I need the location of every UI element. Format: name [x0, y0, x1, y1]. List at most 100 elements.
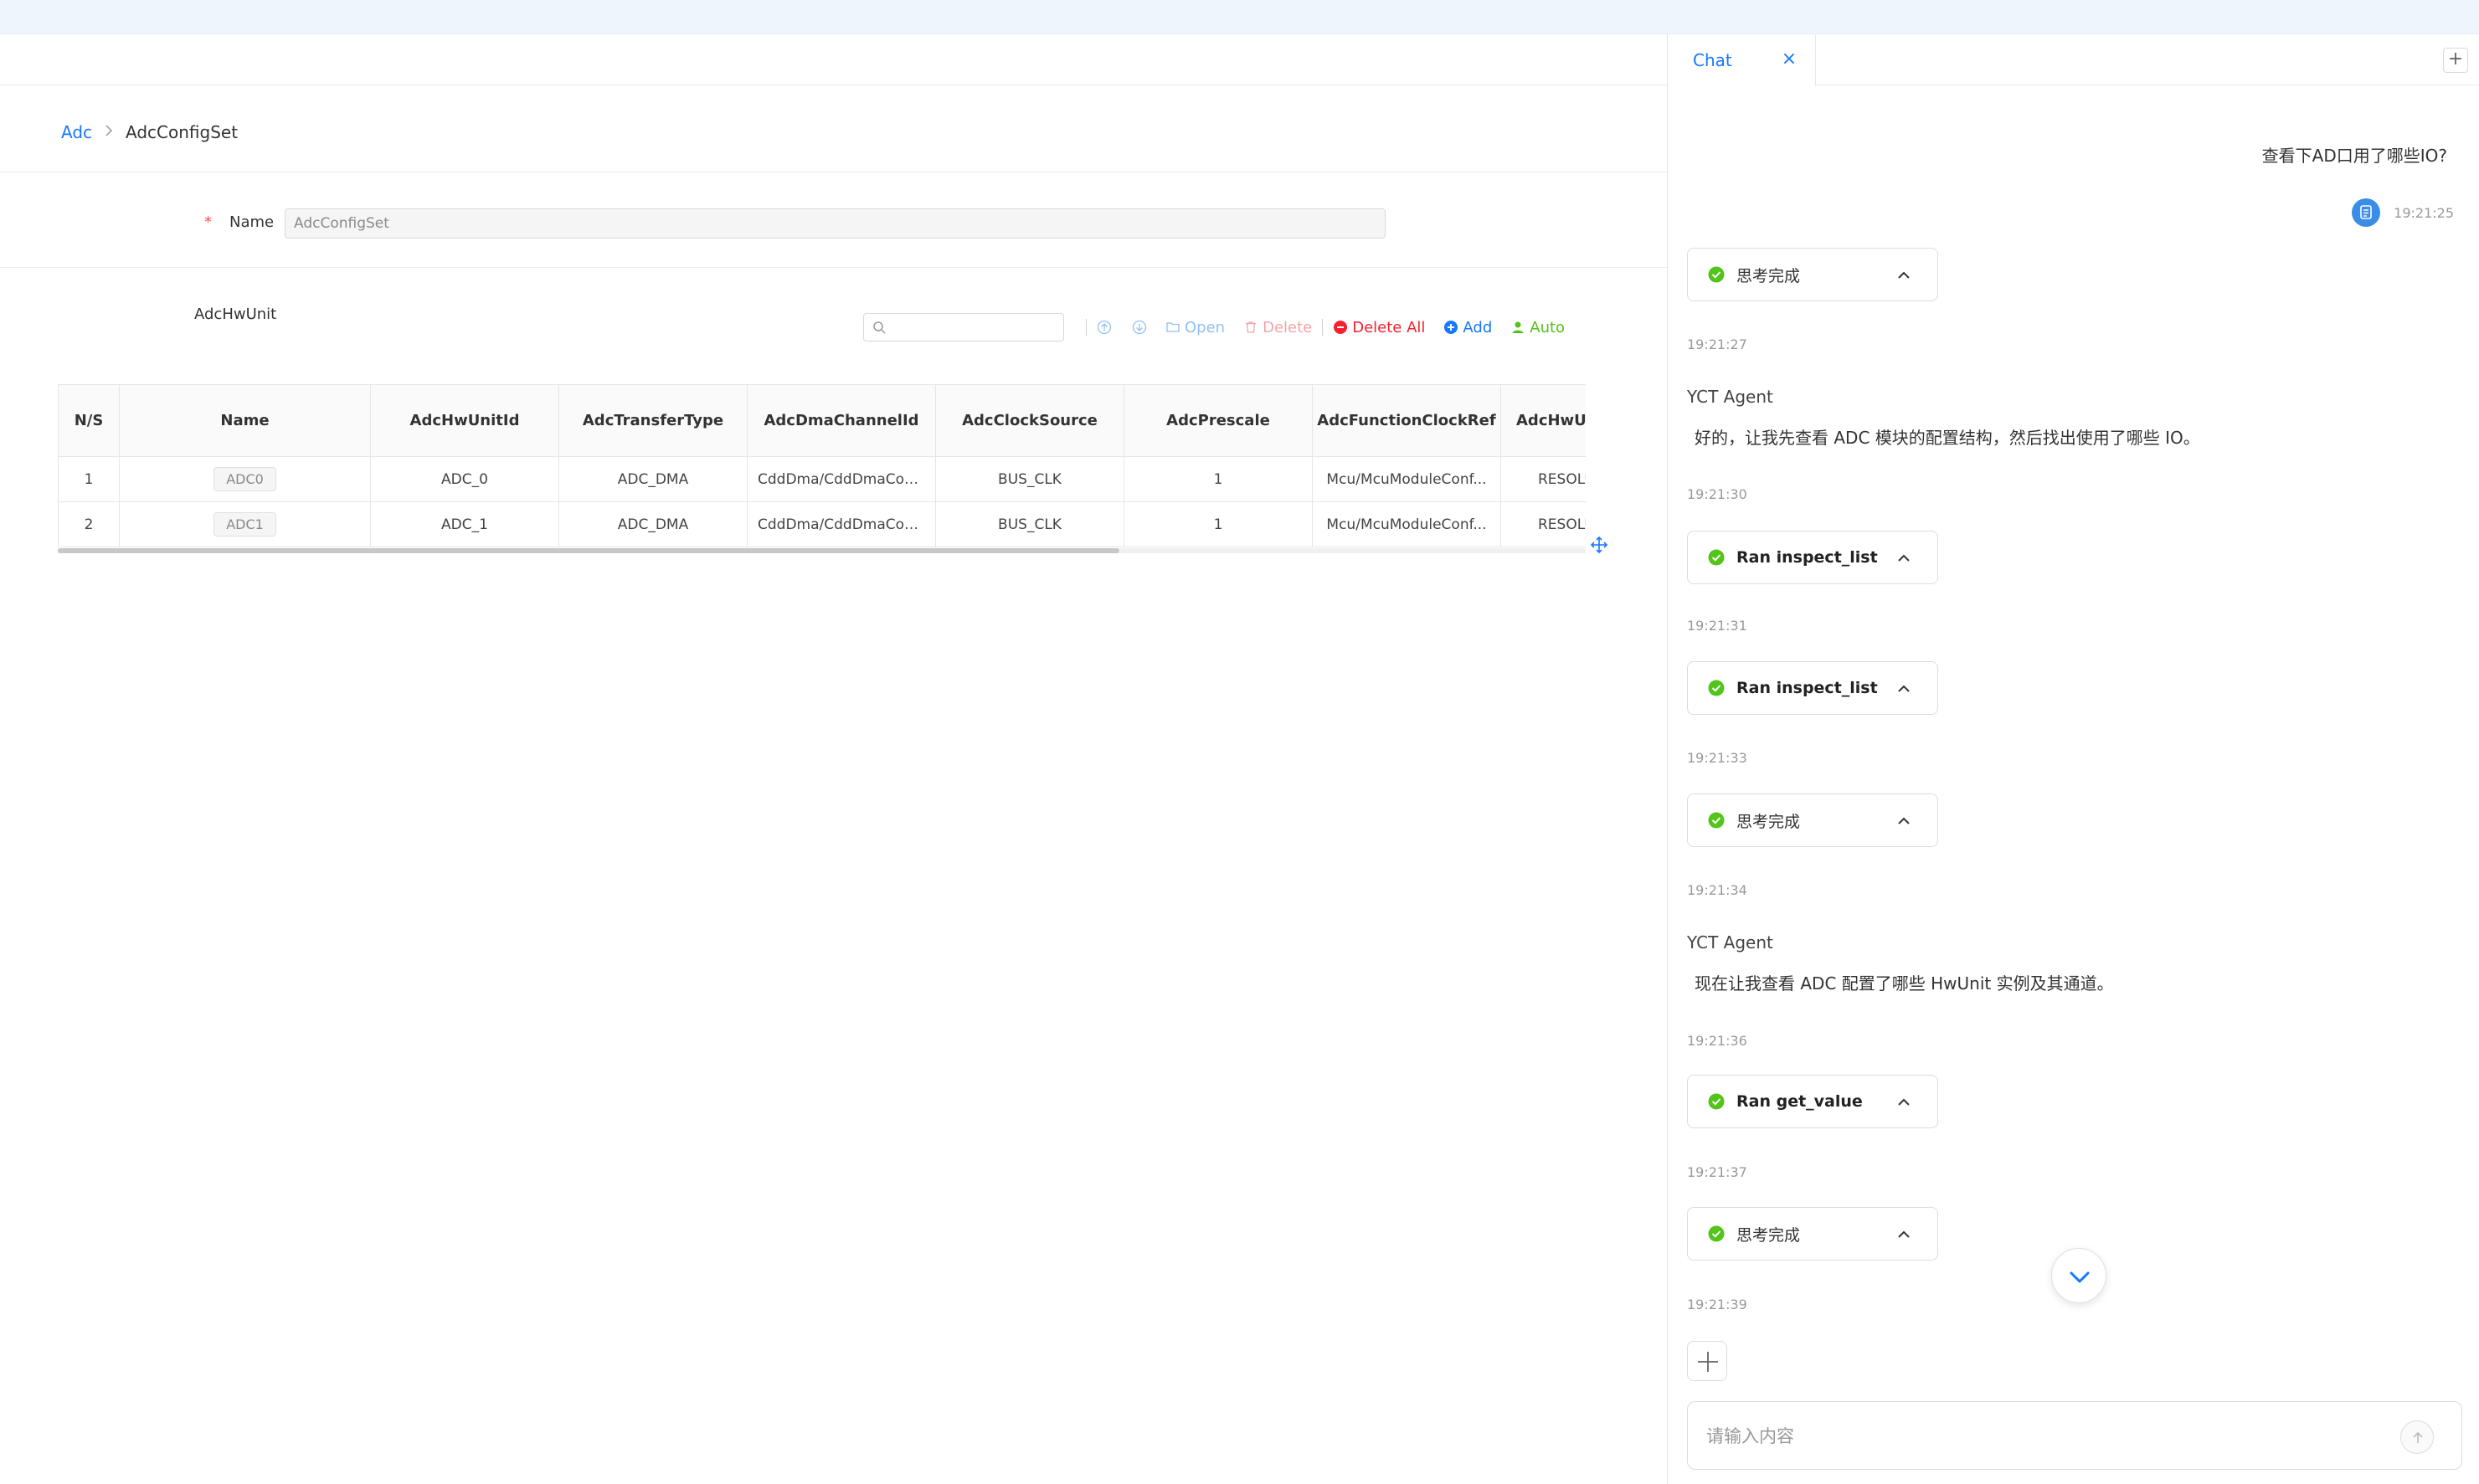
toolbar-divider [1322, 319, 1324, 336]
check-circle-icon [1708, 266, 1725, 283]
chat-input[interactable] [1706, 1419, 2376, 1454]
table-cell: ADC_DMA [558, 456, 748, 502]
table-cell: ADC1 [119, 501, 371, 547]
table-row[interactable]: 1 ADC0 ADC_0 ADC_DMA CddDma/CddDmaCon...… [58, 456, 1586, 502]
column-header[interactable]: AdcHwUnitResolution [1500, 384, 1586, 457]
message-time: 19:21:36 [1687, 1033, 1747, 1049]
check-circle-icon [1708, 1093, 1725, 1110]
required-mark: * [204, 213, 212, 231]
tool-run-card[interactable]: Ran get_value [1687, 1075, 1938, 1128]
table-header-row: N/S Name AdcHwUnitId AdcTransferType Adc… [58, 384, 1586, 457]
message-time: 19:21:30 [1687, 486, 1747, 502]
add-button[interactable]: Add [1443, 319, 1492, 336]
status-label: Ran get_value [1736, 1092, 1863, 1111]
arrow-down-circle-icon [1132, 320, 1147, 335]
table-row[interactable]: 2 ADC1 ADC_1 ADC_DMA CddDma/CddDmaCon...… [58, 501, 1586, 547]
chevron-up-icon [1898, 685, 1910, 692]
table-cell: 2 [58, 501, 120, 547]
send-button[interactable] [2400, 1420, 2434, 1454]
table-cell: 1 [1124, 501, 1313, 547]
resize-handle-icon[interactable] [1590, 536, 1608, 554]
column-header[interactable]: N/S [58, 384, 120, 457]
table-cell: 1 [58, 456, 120, 502]
scroll-to-bottom-button[interactable] [2051, 1248, 2106, 1303]
column-header[interactable]: AdcClockSource [935, 384, 1124, 457]
table-cell: ADC_0 [370, 456, 559, 502]
tab-chat-label: Chat [1693, 50, 1732, 70]
table-cell: CddDma/CddDmaCon... [747, 501, 936, 547]
top-banner [0, 0, 2479, 34]
tool-run-card[interactable]: Ran inspect_list [1687, 661, 1938, 715]
column-header[interactable]: AdcTransferType [558, 384, 748, 457]
name-form-row: * Name AdcConfigSet [0, 207, 1423, 240]
thinking-status-card[interactable]: 思考完成 [1687, 793, 1938, 847]
check-circle-icon [1708, 812, 1725, 829]
auto-button[interactable]: Auto [1510, 319, 1565, 336]
user-icon [1512, 321, 1524, 333]
row-name-chip[interactable]: ADC0 [213, 467, 276, 491]
plus-circle-icon [1444, 321, 1458, 334]
add-label: Add [1463, 318, 1493, 336]
agent-message: 好的，让我先查看 ADC 模块的配置结构，然后找出使用了哪些 IO。 [1695, 428, 2200, 448]
column-header[interactable]: AdcFunctionClockRef [1312, 384, 1501, 457]
column-header[interactable]: AdcDmaChannelId [747, 384, 936, 457]
tab-chat[interactable]: Chat × [1668, 34, 1816, 86]
message-time: 19:21:34 [1687, 882, 1747, 898]
row-name-chip[interactable]: ADC1 [213, 512, 276, 537]
breadcrumb-current: AdcConfigSet [126, 122, 239, 142]
arrow-up-icon [2413, 1431, 2423, 1443]
delete-all-label: Delete All [1352, 318, 1426, 336]
table-cell: RESOLUTION [1500, 456, 1586, 502]
open-label: Open [1185, 318, 1226, 336]
main-panel: Adc AdcConfigSet * Name AdcConfigSet Adc… [0, 34, 1667, 1484]
chevron-up-icon [1898, 1098, 1910, 1106]
table-cell: Mcu/McuModuleConf... [1312, 456, 1501, 502]
column-header[interactable]: AdcHwUnitId [370, 384, 559, 457]
agent-message: 现在让我查看 ADC 配置了哪些 HwUnit 实例及其通道。 [1695, 973, 2114, 994]
chat-panel: Chat × + 查看下AD口用了哪些IO? 19:21:25 思考完成 19:… [1667, 34, 2479, 1484]
tool-run-card[interactable]: Ran inspect_list [1687, 531, 1938, 584]
auto-label: Auto [1530, 318, 1566, 336]
column-header[interactable]: AdcPrescale [1124, 384, 1313, 457]
delete-all-button[interactable]: Delete All [1333, 319, 1425, 336]
chevron-up-icon [1898, 817, 1910, 824]
status-label: 思考完成 [1736, 1225, 1801, 1245]
agent-name: YCT Agent [1687, 932, 1773, 953]
message-time: 19:21:33 [1687, 750, 1747, 766]
new-tab-button[interactable]: + [2443, 48, 2468, 73]
move-down-button[interactable] [1132, 320, 1147, 335]
status-label: 思考完成 [1736, 266, 1801, 285]
table-toolbar: Open Delete Delete All Add Auto [863, 312, 1583, 342]
table-cell: BUS_CLK [935, 456, 1124, 502]
divider [0, 267, 1667, 268]
chat-input-box [1687, 1401, 2462, 1470]
open-button[interactable]: Open [1165, 319, 1225, 336]
chevron-down-icon [2070, 1271, 2090, 1283]
toolbar-divider [1086, 319, 1087, 336]
column-header[interactable]: Name [119, 384, 371, 457]
thinking-status-card[interactable]: 思考完成 [1687, 248, 1938, 301]
thinking-status-card[interactable]: 思考完成 [1687, 1207, 1938, 1261]
chevron-up-icon [1898, 1230, 1910, 1238]
message-time: 19:21:31 [1687, 618, 1747, 634]
close-icon[interactable]: × [1779, 49, 1799, 69]
section-title: AdcHwUnit [194, 306, 277, 323]
check-circle-icon [1708, 1225, 1725, 1242]
horizontal-scrollbar-thumb[interactable] [58, 548, 1119, 553]
message-time: 19:21:27 [1687, 336, 1747, 352]
status-label: Ran inspect_list [1736, 548, 1878, 567]
delete-label: Delete [1263, 318, 1313, 336]
breadcrumb-parent-link[interactable]: Adc [61, 122, 92, 142]
name-field[interactable]: AdcConfigSet [285, 208, 1386, 239]
attach-button[interactable] [1687, 1341, 1727, 1381]
avatar [2352, 198, 2381, 227]
hw-unit-table: N/S Name AdcHwUnitId AdcTransferType Adc… [58, 384, 1586, 552]
table-cell: Mcu/McuModuleConf... [1312, 501, 1501, 547]
main-tab-bar [0, 34, 1667, 85]
delete-button[interactable]: Delete [1243, 319, 1312, 336]
search-input[interactable] [863, 313, 1064, 341]
folder-icon [1166, 322, 1180, 332]
search-icon [873, 321, 886, 334]
table-cell: ADC_1 [370, 501, 559, 547]
move-up-button[interactable] [1097, 320, 1112, 335]
